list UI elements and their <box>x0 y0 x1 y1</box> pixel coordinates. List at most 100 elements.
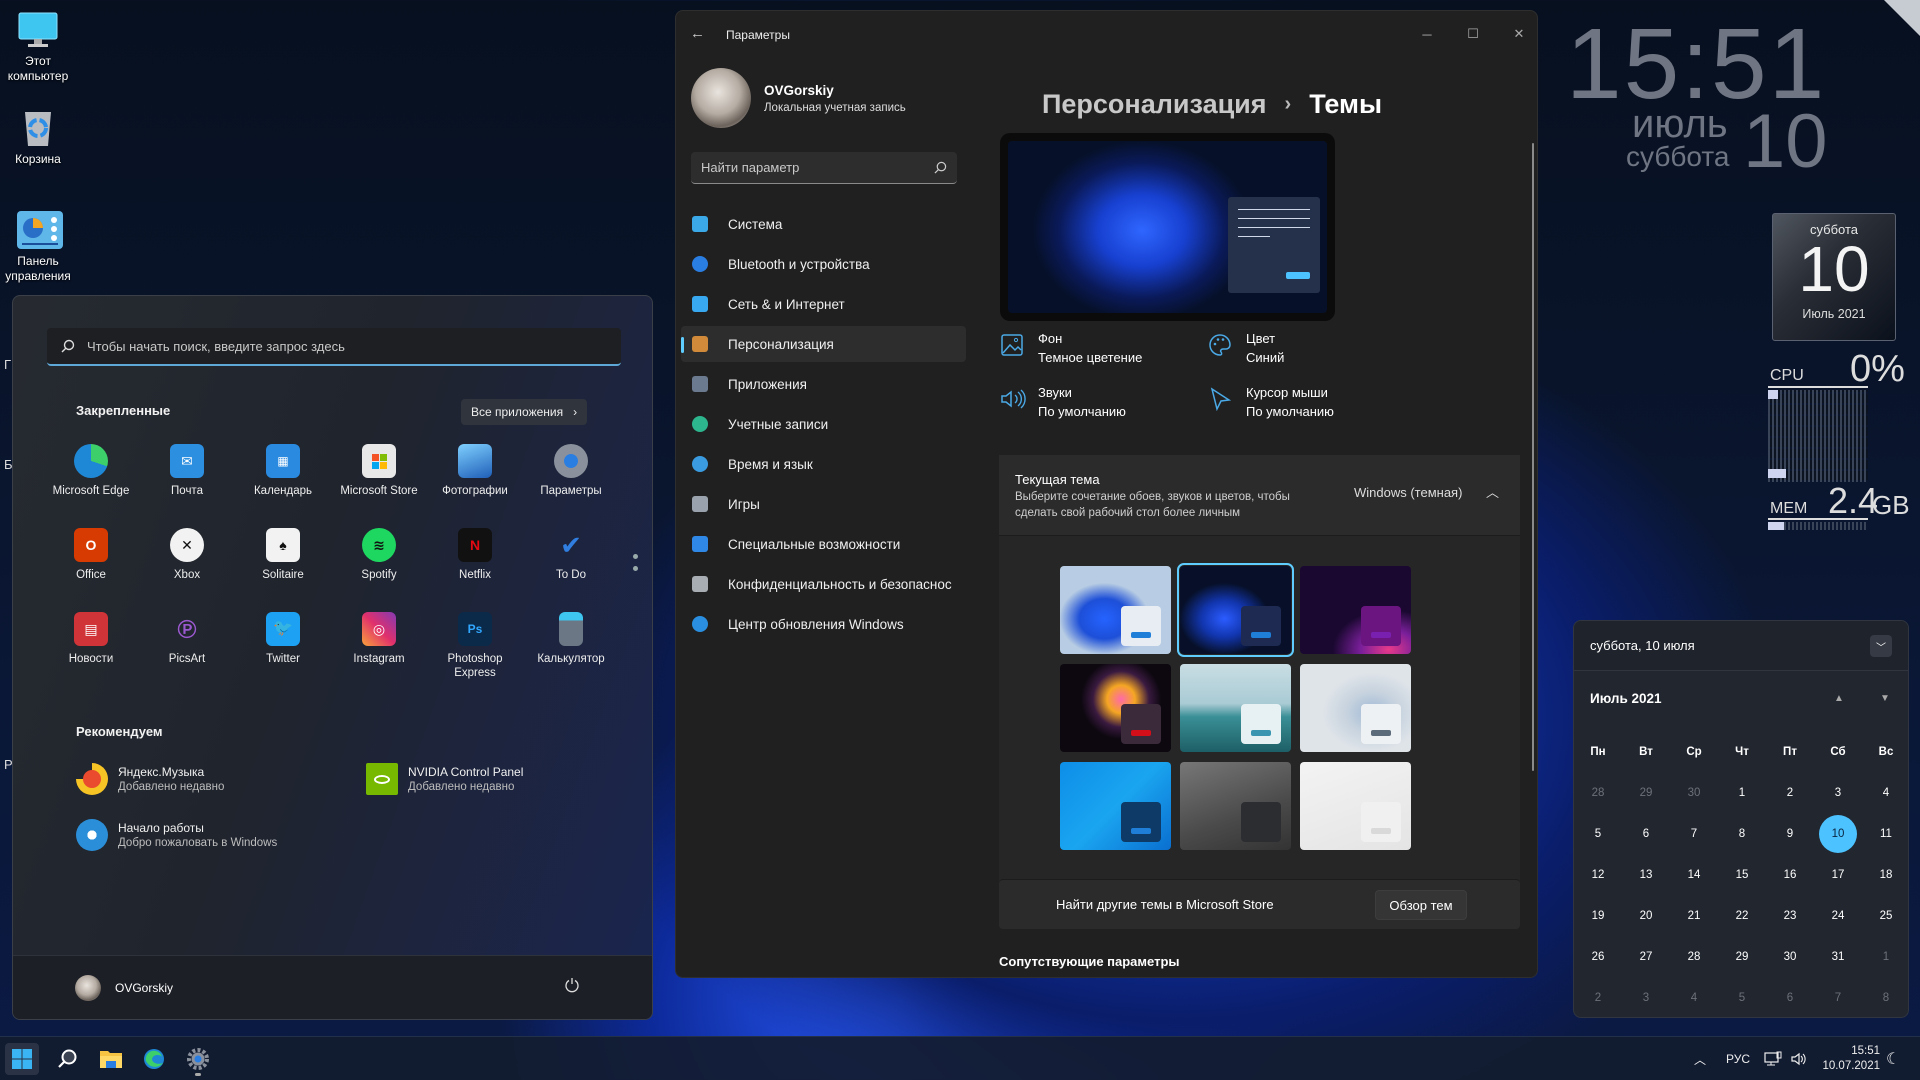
calendar-day[interactable]: 30 <box>1670 772 1718 813</box>
settings-search-input[interactable]: Найти параметр <box>691 152 957 184</box>
taskbar-search-button[interactable] <box>50 1043 84 1075</box>
minimize-button[interactable]: ─ <box>1412 19 1442 49</box>
show-hidden-icons-button[interactable]: ︿ <box>1694 1037 1706 1080</box>
theme-thumbnail[interactable] <box>1177 563 1294 657</box>
calendar-day[interactable]: 21 <box>1670 895 1718 936</box>
page-indicator[interactable] <box>633 554 638 578</box>
calendar-day[interactable]: 6 <box>1766 977 1814 1017</box>
pinned-app[interactable]: Ps Photoshop Express <box>427 604 523 688</box>
language-indicator[interactable]: РУС <box>1726 1037 1750 1080</box>
pinned-app[interactable]: ✔ To Do <box>523 520 619 604</box>
calendar-day[interactable]: 29 <box>1718 936 1766 977</box>
power-button[interactable] <box>564 977 580 998</box>
pinned-app[interactable]: ✕ Xbox <box>139 520 235 604</box>
theme-thumbnail[interactable] <box>1060 762 1171 850</box>
pinned-app[interactable]: Фотографии <box>427 436 523 520</box>
pinned-app[interactable]: ◎ Instagram <box>331 604 427 688</box>
calendar-day[interactable]: 11 <box>1862 813 1908 854</box>
nav-item[interactable]: Игры <box>681 486 966 522</box>
recommended-item[interactable]: Яндекс.Музыка Добавлено недавно <box>76 763 224 795</box>
calendar-month-label[interactable]: Июль 2021 <box>1590 691 1662 706</box>
maximize-button[interactable]: ☐ <box>1458 19 1488 49</box>
avatar[interactable] <box>75 974 101 1001</box>
calendar-day[interactable]: 1 <box>1718 772 1766 813</box>
calendar-day[interactable]: 19 <box>1574 895 1622 936</box>
calendar-day[interactable]: 22 <box>1718 895 1766 936</box>
scrollbar[interactable] <box>1532 143 1534 771</box>
theme-thumbnail[interactable] <box>1060 664 1171 752</box>
start-user-name[interactable]: OVGorskiy <box>115 981 173 995</box>
pinned-app[interactable]: Калькулятор <box>523 604 619 688</box>
recommended-item[interactable]: NVIDIA Control Panel Добавлено недавно <box>366 763 523 795</box>
taskbar-clock[interactable]: 15:51 10.07.2021 <box>1816 1037 1880 1080</box>
calendar-day[interactable]: 6 <box>1622 813 1670 854</box>
all-apps-button[interactable]: Все приложения › <box>461 399 588 425</box>
calendar-day[interactable]: 17 <box>1814 854 1862 895</box>
calendar-day[interactable]: 28 <box>1574 772 1622 813</box>
calendar-day[interactable]: 5 <box>1718 977 1766 1017</box>
calendar-day[interactable]: 28 <box>1670 936 1718 977</box>
calendar-day[interactable]: 20 <box>1622 895 1670 936</box>
pinned-app[interactable]: O Office <box>43 520 139 604</box>
theme-thumbnail[interactable] <box>1180 762 1291 850</box>
pinned-app[interactable]: ✉ Почта <box>139 436 235 520</box>
recommended-item[interactable]: Начало работы Добро пожаловать в Windows <box>76 819 277 851</box>
theme-thumbnail[interactable] <box>1180 664 1291 752</box>
next-month-button[interactable]: ▼ <box>1880 693 1890 704</box>
calendar-day[interactable]: 24 <box>1814 895 1862 936</box>
volume-icon[interactable] <box>1790 1037 1806 1080</box>
calendar-day[interactable]: 30 <box>1766 936 1814 977</box>
theme-pref-1[interactable]: Фон Темное цветение <box>1000 329 1142 367</box>
desktop-icon-recycle-bin[interactable]: Корзина <box>4 108 72 167</box>
nav-item[interactable]: Сеть & и Интернет <box>681 286 966 322</box>
calendar-day[interactable]: 27 <box>1622 936 1670 977</box>
calendar-day[interactable]: 31 <box>1814 936 1862 977</box>
calendar-day[interactable]: 2 <box>1574 977 1622 1017</box>
calendar-day-today[interactable]: 10 <box>1814 813 1862 854</box>
desktop-icon-control-panel[interactable]: Панель управления <box>4 210 72 284</box>
start-search-input[interactable]: Чтобы начать поиск, введите запрос здесь <box>47 328 621 366</box>
calendar-day[interactable]: 3 <box>1622 977 1670 1017</box>
calendar-day[interactable]: 23 <box>1766 895 1814 936</box>
pinned-app[interactable]: Microsoft Store <box>331 436 427 520</box>
calendar-day[interactable]: 4 <box>1862 772 1908 813</box>
nav-item[interactable]: Приложения <box>681 366 966 402</box>
pinned-app[interactable]: N Netflix <box>427 520 523 604</box>
taskbar-edge[interactable] <box>137 1043 171 1075</box>
pinned-app[interactable]: Параметры <box>523 436 619 520</box>
calendar-day[interactable]: 29 <box>1622 772 1670 813</box>
browse-themes-button[interactable]: Обзор тем <box>1375 890 1467 920</box>
pinned-app[interactable]: ♠ Solitaire <box>235 520 331 604</box>
nav-item[interactable]: Центр обновления Windows <box>681 606 966 642</box>
back-button[interactable]: ← <box>690 25 705 42</box>
calendar-day[interactable]: 25 <box>1862 895 1908 936</box>
network-icon[interactable] <box>1764 1037 1782 1080</box>
focus-assist-moon-icon[interactable]: ☾ <box>1886 1037 1900 1080</box>
nav-item[interactable]: Bluetooth и устройства <box>681 246 966 282</box>
calendar-day[interactable]: 7 <box>1670 813 1718 854</box>
close-button[interactable]: ✕ <box>1504 19 1534 49</box>
theme-thumbnail[interactable] <box>1060 566 1171 654</box>
calendar-day[interactable]: 4 <box>1670 977 1718 1017</box>
desktop-icon-this-pc[interactable]: Этот компьютер <box>4 10 72 84</box>
pinned-app[interactable]: ▤ Новости <box>43 604 139 688</box>
pinned-app[interactable]: ℗ PicsArt <box>139 604 235 688</box>
nav-item[interactable]: Конфиденциальность и безопаснос <box>681 566 966 602</box>
chevron-up-icon[interactable]: ︿ <box>1486 482 1499 501</box>
nav-item[interactable]: Персонализация <box>681 326 966 362</box>
calendar-day[interactable]: 16 <box>1766 854 1814 895</box>
calendar-day[interactable]: 13 <box>1622 854 1670 895</box>
theme-thumbnail[interactable] <box>1300 664 1411 752</box>
current-theme-header[interactable]: Текущая тема Выберите сочетание обоев, з… <box>999 455 1520 536</box>
calendar-day[interactable]: 5 <box>1574 813 1622 854</box>
calendar-day[interactable]: 18 <box>1862 854 1908 895</box>
pinned-app[interactable]: Microsoft Edge <box>43 436 139 520</box>
theme-pref-4[interactable]: Курсор мыши По умолчанию <box>1208 383 1334 421</box>
settings-avatar[interactable] <box>691 68 751 128</box>
calendar-day[interactable]: 8 <box>1718 813 1766 854</box>
calendar-day[interactable]: 3 <box>1814 772 1862 813</box>
calendar-day[interactable]: 9 <box>1766 813 1814 854</box>
calendar-day[interactable]: 26 <box>1574 936 1622 977</box>
pinned-app[interactable]: ≋ Spotify <box>331 520 427 604</box>
prev-month-button[interactable]: ▲ <box>1834 693 1844 704</box>
